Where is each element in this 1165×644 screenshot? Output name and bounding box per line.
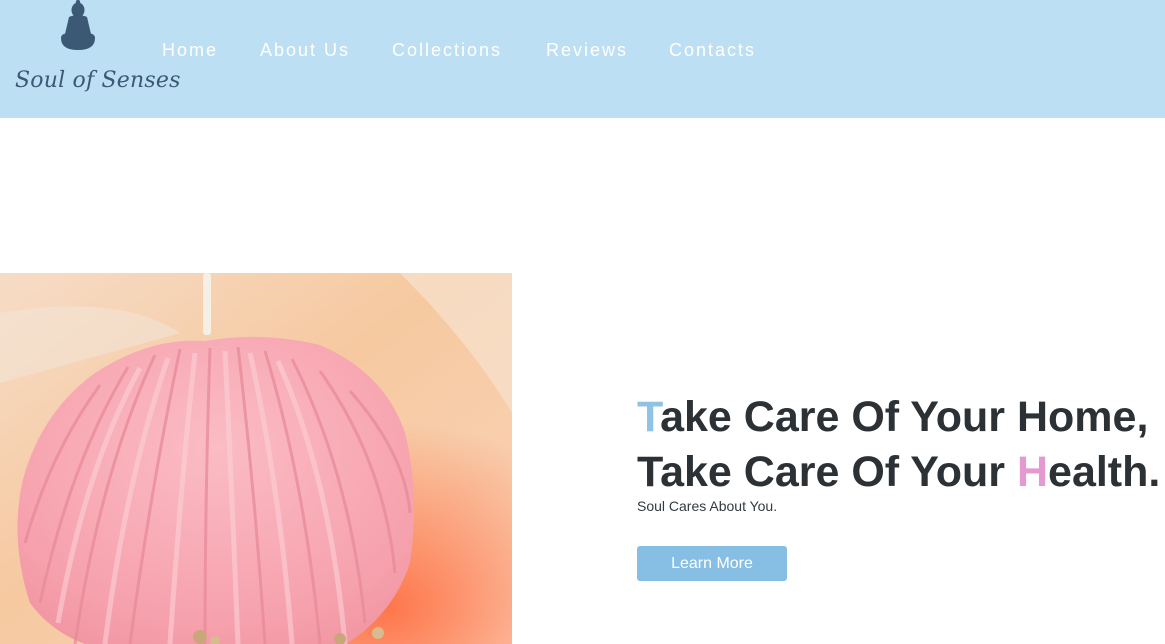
nav-about-us[interactable]: About Us [260,40,350,61]
brand-name: Soul of Senses [15,68,181,93]
seashell-candle-image [0,273,512,644]
headline-line-1: Take Care Of Your Home, [637,390,1165,445]
nav-reviews[interactable]: Reviews [546,40,628,61]
headline-line-2: Take Care Of Your Health. [637,445,1165,500]
brand-logo[interactable]: Soul of Senses [10,0,181,112]
headline-line-1-text: ake Care Of Your Home, [660,393,1149,441]
headline-initial-t: T [637,393,661,441]
buddha-icon [61,0,95,50]
nav-contacts[interactable]: Contacts [669,40,756,61]
hero-subtitle: Soul Cares About You. [637,498,778,514]
hero-headline: Take Care Of Your Home, Take Care Of You… [637,390,1165,500]
headline-line-2-text: ealth. [1048,448,1161,496]
site-header: Soul of Senses Home About Us Collections… [0,0,1165,118]
learn-more-button[interactable]: Learn More [637,546,787,581]
nav-collections[interactable]: Collections [392,40,502,61]
headline-line-2-prefix: Take Care Of Your [637,448,1017,496]
headline-initial-h: H [1016,448,1049,496]
nav-home[interactable]: Home [162,40,218,61]
